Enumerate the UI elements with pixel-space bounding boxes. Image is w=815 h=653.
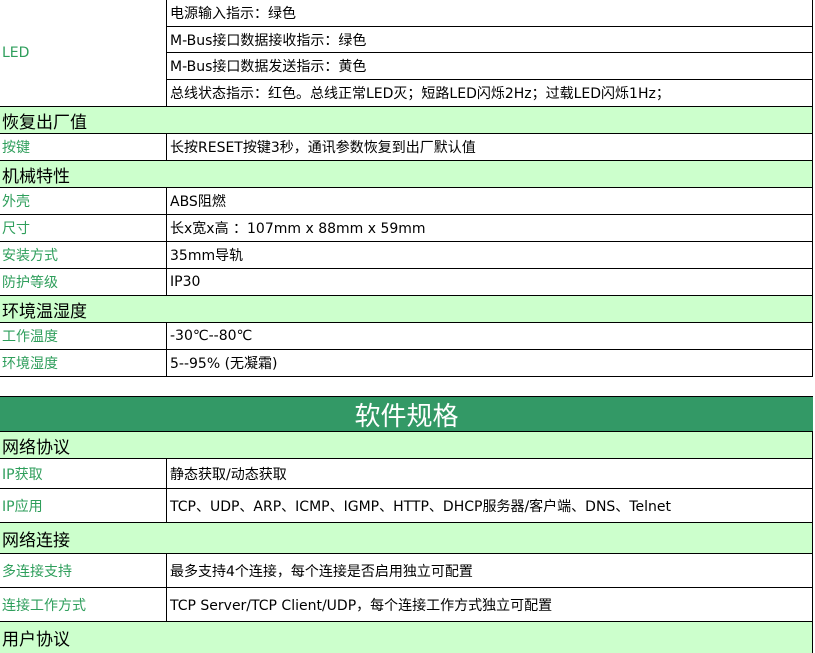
software-spec-header: 软件规格: [0, 397, 813, 432]
section-mechanical: 机械特性: [0, 161, 813, 188]
row-label-size: 尺寸: [0, 215, 166, 242]
row-label-housing: 外壳: [0, 188, 166, 215]
row-label-multi-conn: 多连接支持: [0, 554, 166, 588]
row-label-conn-mode: 连接工作方式: [0, 588, 166, 622]
led-item-bus-status: 总线状态指示：红色。总线正常LED灭；短路LED闪烁2Hz；过载LED闪烁1Hz…: [166, 80, 813, 107]
led-label: LED: [0, 0, 166, 107]
row-value-humidity: 5--95% (无凝霜): [166, 350, 813, 377]
row-value-protection: IP30: [166, 269, 813, 296]
row-label-ip-obtain: IP获取: [0, 459, 166, 489]
row-value-multi-conn: 最多支持4个连接，每个连接是否启用独立可配置: [166, 554, 813, 588]
row-label-reset-key: 按键: [0, 134, 166, 161]
row-value-size: 长x宽x高 ：107mm x 88mm x 59mm: [166, 215, 813, 242]
row-value-conn-mode: TCP Server/TCP Client/UDP，每个连接工作方式独立可配置: [166, 588, 813, 622]
row-label-ip-app: IP应用: [0, 489, 166, 523]
section-environment: 环境温湿度: [0, 296, 813, 323]
row-label-mounting: 安装方式: [0, 242, 166, 269]
led-item-receive: M-Bus接口数据接收指示：绿色: [166, 27, 813, 53]
row-label-protection: 防护等级: [0, 269, 166, 296]
section-user-protocol: 用户协议: [0, 622, 813, 653]
led-item-power: 电源输入指示：绿色: [166, 0, 813, 27]
row-label-humidity: 环境湿度: [0, 350, 166, 377]
row-label-work-temp: 工作温度: [0, 323, 166, 350]
led-item-send: M-Bus接口数据发送指示：黄色: [166, 53, 813, 80]
section-factory-reset: 恢复出厂值: [0, 107, 813, 134]
row-value-ip-app: TCP、UDP、ARP、ICMP、IGMP、HTTP、DHCP服务器/客户端、D…: [166, 489, 813, 523]
row-value-ip-obtain: 静态获取/动态获取: [166, 459, 813, 489]
row-value-work-temp: -30℃--80℃: [166, 323, 813, 350]
row-value-housing: ABS阻燃: [166, 188, 813, 215]
blank-spacer-row: [0, 377, 813, 397]
row-value-mounting: 35mm导轨: [166, 242, 813, 269]
row-value-reset-key: 长按RESET按键3秒，通讯参数恢复到出厂默认值: [166, 134, 813, 161]
section-network-protocol: 网络协议: [0, 432, 813, 459]
section-network-connection: 网络连接: [0, 523, 813, 554]
